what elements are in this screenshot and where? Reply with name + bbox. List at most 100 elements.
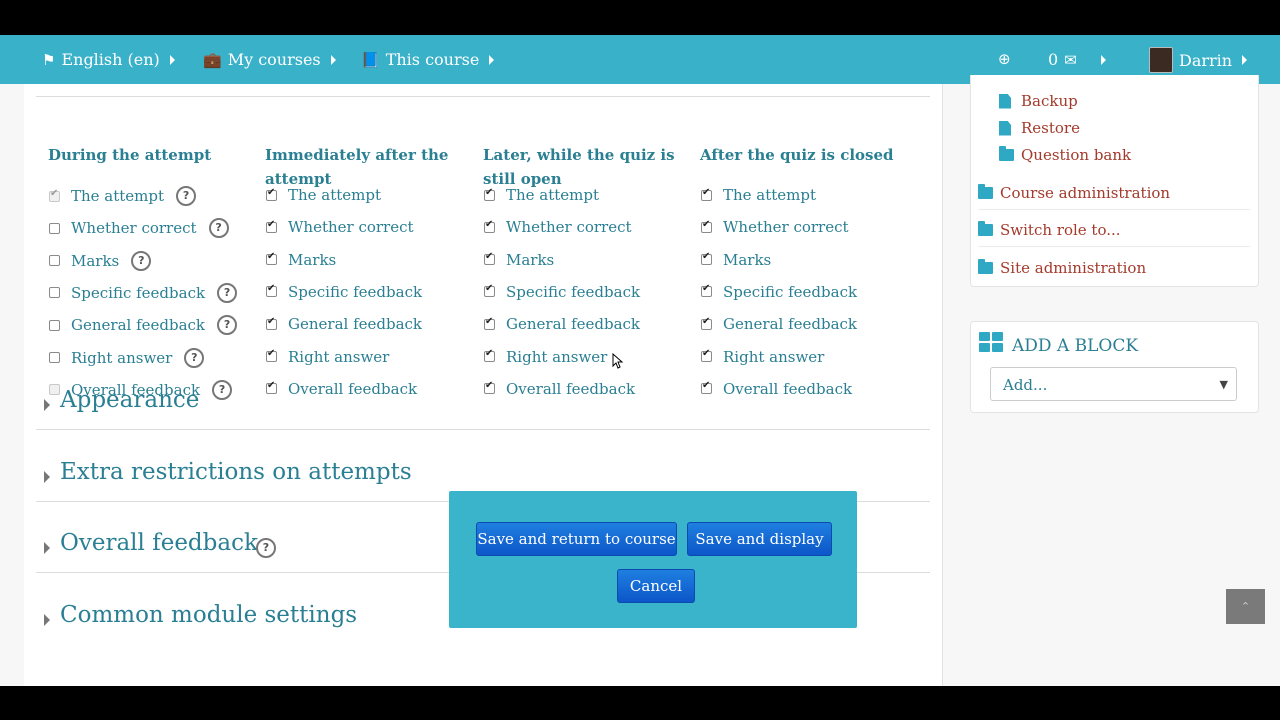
folder-icon: [978, 184, 993, 199]
review-option-row: Whether correct: [266, 218, 414, 236]
caret-right-icon: [44, 471, 50, 483]
caret-right-icon: [44, 542, 50, 554]
review-option-checkbox[interactable]: [701, 348, 712, 362]
review-option-label[interactable]: The attempt: [71, 187, 164, 205]
save-and-display-button[interactable]: Save and display: [687, 522, 832, 556]
review-option-label[interactable]: Specific feedback: [71, 284, 205, 302]
this-course-menu[interactable]: 📘 This course: [361, 50, 495, 69]
review-option-checkbox[interactable]: [484, 283, 495, 298]
review-option-label[interactable]: Right answer: [723, 348, 824, 366]
review-option-checkbox[interactable]: [484, 219, 495, 233]
chevron-down-icon: ▼: [1219, 378, 1228, 391]
review-option-label[interactable]: Marks: [506, 251, 554, 269]
help-icon[interactable]: ?: [184, 347, 205, 368]
section-header[interactable]: Appearance: [36, 387, 930, 461]
help-icon[interactable]: ?: [217, 282, 238, 303]
review-option-label[interactable]: Marks: [71, 252, 119, 270]
review-option-label[interactable]: Whether correct: [288, 218, 414, 236]
caret-right-icon: [169, 54, 175, 65]
review-option-checkbox[interactable]: [484, 251, 495, 266]
review-option-label[interactable]: Whether correct: [723, 218, 849, 236]
sidebar-item-switch-role[interactable]: Switch role to...: [978, 221, 1121, 239]
review-option-checkbox[interactable]: [266, 251, 277, 266]
help-icon[interactable]: ?: [256, 538, 276, 558]
help-icon[interactable]: ?: [131, 250, 152, 271]
review-option-label[interactable]: Specific feedback: [506, 283, 640, 301]
sidebar-item-backup[interactable]: Backup: [999, 92, 1078, 110]
review-option-label[interactable]: The attempt: [723, 186, 816, 204]
sidebar-item-label: Backup: [1021, 92, 1078, 110]
review-option-row: General feedback?: [49, 315, 238, 336]
download-circle-icon: ⊕: [998, 50, 1011, 68]
file-icon: [999, 120, 1011, 136]
review-option-label[interactable]: Right answer: [288, 348, 389, 366]
add-block-select[interactable]: Add... ▼: [990, 367, 1237, 401]
envelope-icon: ✉: [1064, 50, 1077, 69]
review-option-label[interactable]: Marks: [723, 251, 771, 269]
review-option-label[interactable]: Specific feedback: [288, 283, 422, 301]
sidebar-item-label: Course administration: [1000, 184, 1171, 202]
chevron-up-icon: ⌃: [1240, 600, 1251, 613]
review-option-label[interactable]: General feedback: [288, 315, 422, 333]
section-title[interactable]: Appearance: [60, 387, 199, 413]
review-option-checkbox[interactable]: [49, 287, 60, 299]
review-option-label[interactable]: The attempt: [506, 186, 599, 204]
review-option-checkbox[interactable]: [701, 219, 712, 233]
review-option-label[interactable]: The attempt: [288, 186, 381, 204]
language-menu[interactable]: ⚑ English ‎(en)‎: [42, 50, 175, 69]
divider: [36, 429, 930, 430]
sidebar-item-restore[interactable]: Restore: [999, 119, 1080, 137]
review-option-label[interactable]: General feedback: [71, 316, 205, 334]
notifications-button[interactable]: ⊕: [998, 50, 1011, 68]
review-option-checkbox[interactable]: [49, 255, 60, 267]
save-and-return-button[interactable]: Save and return to course: [476, 522, 677, 556]
section-title[interactable]: Overall feedback: [60, 530, 258, 556]
review-option-checkbox[interactable]: [266, 316, 277, 330]
review-option-checkbox[interactable]: [49, 319, 60, 331]
review-option-checkbox[interactable]: [484, 348, 495, 362]
help-icon[interactable]: ?: [176, 186, 197, 206]
review-option-checkbox[interactable]: [701, 316, 712, 330]
review-option-checkbox[interactable]: [49, 222, 60, 234]
review-option-row: General feedback: [484, 315, 640, 333]
review-option-checkbox[interactable]: [484, 187, 495, 201]
divider: [36, 96, 930, 97]
review-option-checkbox[interactable]: [49, 352, 60, 363]
review-option-row: The attempt: [266, 186, 381, 204]
review-option-label[interactable]: Right answer: [506, 348, 607, 366]
sidebar-item-question-bank[interactable]: Question bank: [999, 146, 1131, 164]
review-option-checkbox[interactable]: [266, 348, 277, 362]
review-option-checkbox[interactable]: [701, 283, 712, 298]
review-option-label[interactable]: Whether correct: [506, 218, 632, 236]
review-option-label[interactable]: General feedback: [506, 315, 640, 333]
my-courses-menu[interactable]: 💼 My courses: [203, 50, 336, 69]
help-icon[interactable]: ?: [208, 218, 229, 239]
this-course-label: This course: [385, 50, 480, 69]
review-option-label[interactable]: Specific feedback: [723, 283, 857, 301]
review-option-label[interactable]: General feedback: [723, 315, 857, 333]
review-option-checkbox[interactable]: [266, 283, 277, 298]
review-option-checkbox[interactable]: [701, 187, 712, 201]
avatar: [1149, 47, 1173, 73]
section-title[interactable]: Common module settings: [60, 602, 357, 628]
review-option-checkbox[interactable]: [701, 251, 712, 266]
messages-button[interactable]: 0 ✉: [1048, 50, 1106, 69]
back-to-top-button[interactable]: ⌃: [1226, 589, 1265, 624]
review-option-checkbox[interactable]: [266, 187, 277, 201]
review-option-row: Right answer: [701, 348, 824, 366]
column-heading: Later, while the quiz is still open: [483, 146, 675, 188]
caret-right-icon: [44, 399, 50, 411]
review-option-label[interactable]: Whether correct: [71, 219, 197, 237]
divider: [978, 209, 1250, 210]
sidebar-item-site-administration[interactable]: Site administration: [978, 259, 1146, 277]
review-option-label[interactable]: Marks: [288, 251, 336, 269]
review-option-label[interactable]: Right answer: [71, 349, 172, 367]
review-option-checkbox[interactable]: [266, 219, 277, 233]
flag-icon: ⚑: [42, 50, 56, 69]
user-menu[interactable]: Darrin: [1149, 47, 1248, 73]
sidebar-item-course-administration[interactable]: Course administration: [978, 184, 1170, 202]
review-option-checkbox[interactable]: [484, 316, 495, 330]
help-icon[interactable]: ?: [217, 315, 238, 336]
section-title[interactable]: Extra restrictions on attempts: [60, 459, 412, 485]
cancel-button[interactable]: Cancel: [617, 569, 695, 603]
